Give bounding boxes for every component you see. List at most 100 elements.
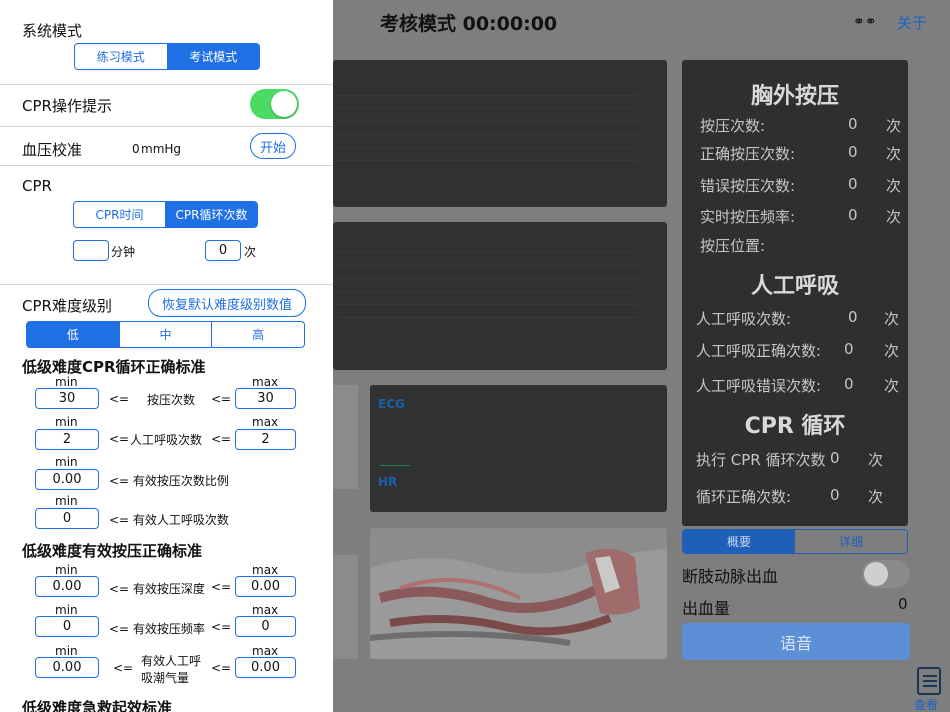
max-label: max bbox=[252, 644, 279, 658]
op-label: <= bbox=[211, 661, 232, 675]
blood-loss-value: 0 bbox=[898, 595, 908, 613]
breaths-label: 人工呼吸次数 bbox=[130, 433, 203, 447]
stat-row: 人工呼吸次数: 0 次 bbox=[696, 308, 900, 328]
effective-breaths-label: <= 有效人工呼吸次数 bbox=[109, 513, 229, 527]
cycle-criteria-title: 低级难度CPR循环正确标准 bbox=[22, 358, 206, 376]
max-label: max bbox=[252, 563, 279, 577]
effective-compression-ratio-label: <= 有效按压次数比例 bbox=[109, 474, 229, 488]
effective-breaths-input[interactable]: 0 bbox=[35, 508, 99, 529]
op-label: <= bbox=[211, 580, 232, 594]
about-link[interactable]: 关于 bbox=[897, 12, 927, 33]
blood-loss-label: 出血量 bbox=[682, 599, 731, 618]
press-depth-label: <= 有效按压深度 bbox=[109, 582, 205, 596]
difficulty-mid-option[interactable]: 中 bbox=[118, 322, 212, 347]
cpr-cycle-option[interactable]: CPR循环次数 bbox=[165, 202, 257, 227]
ecg-panel: ECG HR bbox=[370, 385, 667, 512]
artificial-respiration-title: 人工呼吸 bbox=[750, 274, 839, 299]
bp-calibration-unit: mmHg bbox=[141, 142, 182, 156]
max-label: max bbox=[252, 375, 279, 389]
cpr-hint-label: CPR操作提示 bbox=[22, 97, 112, 115]
press-rate-label: <= 有效按压频率 bbox=[109, 622, 205, 636]
bp-calibration-value: 0 bbox=[132, 142, 140, 156]
stat-row: 实时按压频率: 0 次 bbox=[700, 206, 902, 226]
tidal-volume-label-line1: 有效人工呼 bbox=[141, 654, 202, 668]
tidal-volume-min-input[interactable]: 0.00 bbox=[35, 657, 99, 678]
stat-row: 正确按压次数: 0 次 bbox=[700, 143, 902, 163]
op-label: <= bbox=[109, 432, 130, 446]
tab-detail[interactable]: 详细 bbox=[795, 530, 907, 553]
stat-row: 错误按压次数: 0 次 bbox=[700, 175, 902, 195]
min-label: min bbox=[55, 644, 78, 658]
page-title: 考核模式 00:00:00 bbox=[380, 13, 558, 35]
rescue-criteria-title: 低级难度急救起效标准 bbox=[22, 699, 173, 712]
cpr-count-input[interactable]: 0 bbox=[205, 240, 241, 261]
max-label: max bbox=[252, 603, 279, 617]
stat-row: 按压次数: 0 次 bbox=[700, 115, 902, 135]
cpr-time-option[interactable]: CPR时间 bbox=[74, 202, 165, 227]
op-label: <= bbox=[211, 620, 232, 634]
press-criteria-title: 低级难度有效按压正确标准 bbox=[22, 542, 203, 560]
cpr-mode-segment: CPR时间 CPR循环次数 bbox=[73, 201, 258, 228]
stat-row: 按压位置: bbox=[700, 237, 766, 255]
waveform-panel-top bbox=[333, 60, 667, 207]
min-label: min bbox=[55, 375, 78, 389]
press-rate-min-input[interactable]: 0 bbox=[35, 616, 99, 637]
difficulty-segment: 低 中 高 bbox=[26, 321, 305, 348]
chest-compression-title: 胸外按压 bbox=[750, 84, 839, 109]
exam-mode-option[interactable]: 考试模式 bbox=[166, 44, 259, 69]
link-icon[interactable]: ⚭⚭ bbox=[853, 14, 876, 30]
min-label: min bbox=[55, 603, 78, 617]
compressions-max-input[interactable]: 30 bbox=[235, 388, 296, 409]
waveform-panel-middle bbox=[333, 222, 667, 370]
min-label: min bbox=[55, 415, 78, 429]
cpr-hint-toggle[interactable] bbox=[250, 89, 299, 119]
tab-summary[interactable]: 概要 bbox=[683, 530, 795, 553]
side-card-1 bbox=[333, 385, 358, 489]
press-depth-min-input[interactable]: 0.00 bbox=[35, 576, 99, 597]
side-card-2 bbox=[333, 555, 358, 659]
hr-trace bbox=[380, 465, 410, 466]
reset-difficulty-button[interactable]: 恢复默认难度级别数值 bbox=[148, 289, 306, 317]
limb-bleeding-toggle[interactable] bbox=[862, 560, 910, 588]
document-icon[interactable] bbox=[917, 667, 941, 695]
op-label: <= bbox=[211, 392, 232, 406]
effective-compression-ratio-input[interactable]: 0.00 bbox=[35, 469, 99, 490]
system-mode-title: 系统模式 bbox=[22, 22, 83, 40]
press-rate-max-input[interactable]: 0 bbox=[235, 616, 296, 637]
limb-bleeding-label: 断肢动脉出血 bbox=[682, 567, 779, 586]
stats-panel: 胸外按压 按压次数: 0 次 正确按压次数: 0 次 错误按压次数: 0 次 实时按压频率:… bbox=[682, 60, 908, 526]
bp-calibration-start-button[interactable]: 开始 bbox=[250, 133, 296, 159]
min-label: min bbox=[55, 455, 78, 469]
max-label: max bbox=[252, 415, 279, 429]
cpr-minutes-input[interactable] bbox=[73, 240, 109, 261]
breaths-min-input[interactable]: 2 bbox=[35, 429, 99, 450]
difficulty-high-option[interactable]: 高 bbox=[211, 322, 304, 347]
stat-row: 循环正确次数: 0 次 bbox=[696, 486, 884, 506]
cpr-cycle-title: CPR 循环 bbox=[744, 414, 846, 439]
system-mode-segment: 练习模式 考试模式 bbox=[74, 43, 260, 70]
hr-label: HR bbox=[378, 475, 398, 489]
breaths-max-input[interactable]: 2 bbox=[235, 429, 296, 450]
airway-anatomy-image bbox=[370, 528, 667, 659]
op-label: <= bbox=[109, 392, 130, 406]
stat-row: 人工呼吸错误次数: 0 次 bbox=[696, 375, 900, 395]
difficulty-low-option[interactable]: 低 bbox=[27, 322, 119, 347]
practice-mode-option[interactable]: 练习模式 bbox=[75, 44, 167, 69]
cpr-title: CPR bbox=[22, 177, 52, 195]
compressions-label: 按压次数 bbox=[147, 393, 196, 407]
op-label: <= bbox=[211, 432, 232, 446]
tidal-volume-label-line2: 吸潮气量 bbox=[141, 671, 190, 685]
compressions-min-input[interactable]: 30 bbox=[35, 388, 99, 409]
stat-row: 执行 CPR 循环次数 0 次 bbox=[696, 449, 884, 469]
view-button-label[interactable]: 查看 bbox=[914, 696, 938, 712]
voice-button[interactable]: 语音 bbox=[682, 623, 910, 660]
settings-sheet: 系统模式 练习模式 考试模式 CPR操作提示 血压校准 0 mmHg 开始 CP… bbox=[0, 0, 333, 712]
press-depth-max-input[interactable]: 0.00 bbox=[235, 576, 296, 597]
summary-detail-tabs: 概要 详细 bbox=[682, 529, 908, 554]
stat-row: 人工呼吸正确次数: 0 次 bbox=[696, 340, 900, 360]
minutes-unit-label: 分钟 bbox=[111, 245, 136, 259]
min-label: min bbox=[55, 494, 78, 508]
bp-calibration-label: 血压校准 bbox=[22, 141, 83, 159]
ecg-label: ECG bbox=[378, 397, 405, 411]
tidal-volume-max-input[interactable]: 0.00 bbox=[235, 657, 296, 678]
